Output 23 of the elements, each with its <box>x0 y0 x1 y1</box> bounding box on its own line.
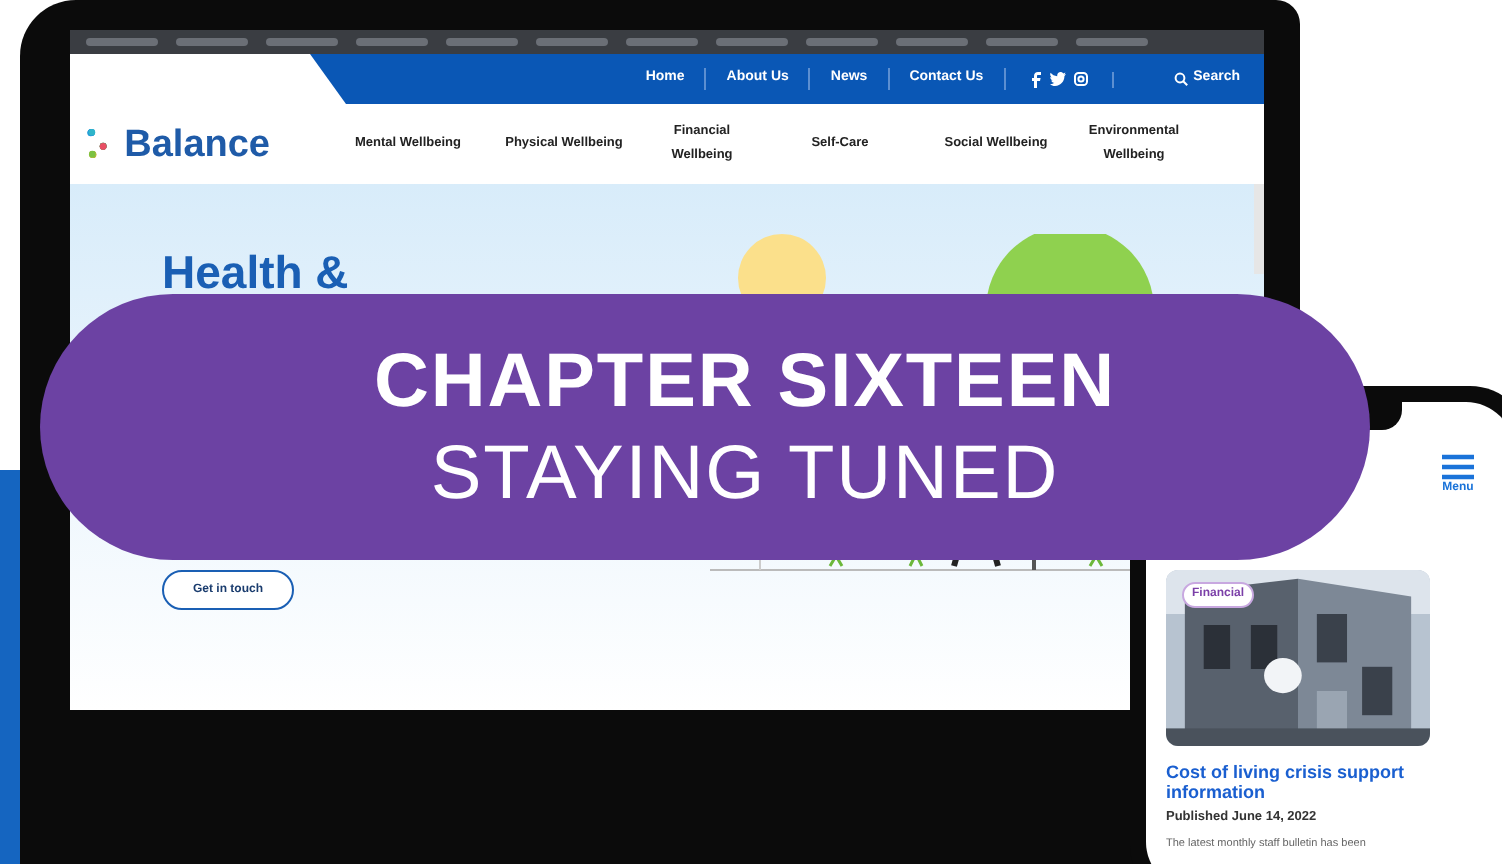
bookmark-item[interactable] <box>446 38 518 46</box>
bookmark-item[interactable] <box>806 38 878 46</box>
bookmark-item[interactable] <box>266 38 338 46</box>
article-title[interactable]: Cost of living crisis support information <box>1166 762 1446 802</box>
menu-icon <box>1442 454 1474 480</box>
camera-icon[interactable] <box>1073 72 1088 86</box>
bookmark-item[interactable] <box>896 38 968 46</box>
bookmark-item[interactable] <box>536 38 608 46</box>
search-icon <box>1173 72 1188 86</box>
scrollbar <box>1254 184 1264 274</box>
bookmark-item[interactable] <box>986 38 1058 46</box>
bookmark-item[interactable] <box>716 38 788 46</box>
banner-title: STAYING TUNED <box>430 429 1060 519</box>
bookmark-item[interactable] <box>356 38 428 46</box>
facebook-icon[interactable] <box>1029 71 1042 87</box>
hero-heading: Health & <box>162 244 349 300</box>
bird-icon[interactable] <box>1049 72 1066 86</box>
site-logo-text[interactable]: Balance <box>124 126 270 164</box>
bookmark-item[interactable] <box>626 38 698 46</box>
bookmark-item[interactable] <box>176 38 248 46</box>
bookmark-item[interactable] <box>86 38 158 46</box>
bookmark-item[interactable] <box>1076 38 1148 46</box>
banner-title: CHAPTER SIXTEEN <box>373 337 1117 427</box>
